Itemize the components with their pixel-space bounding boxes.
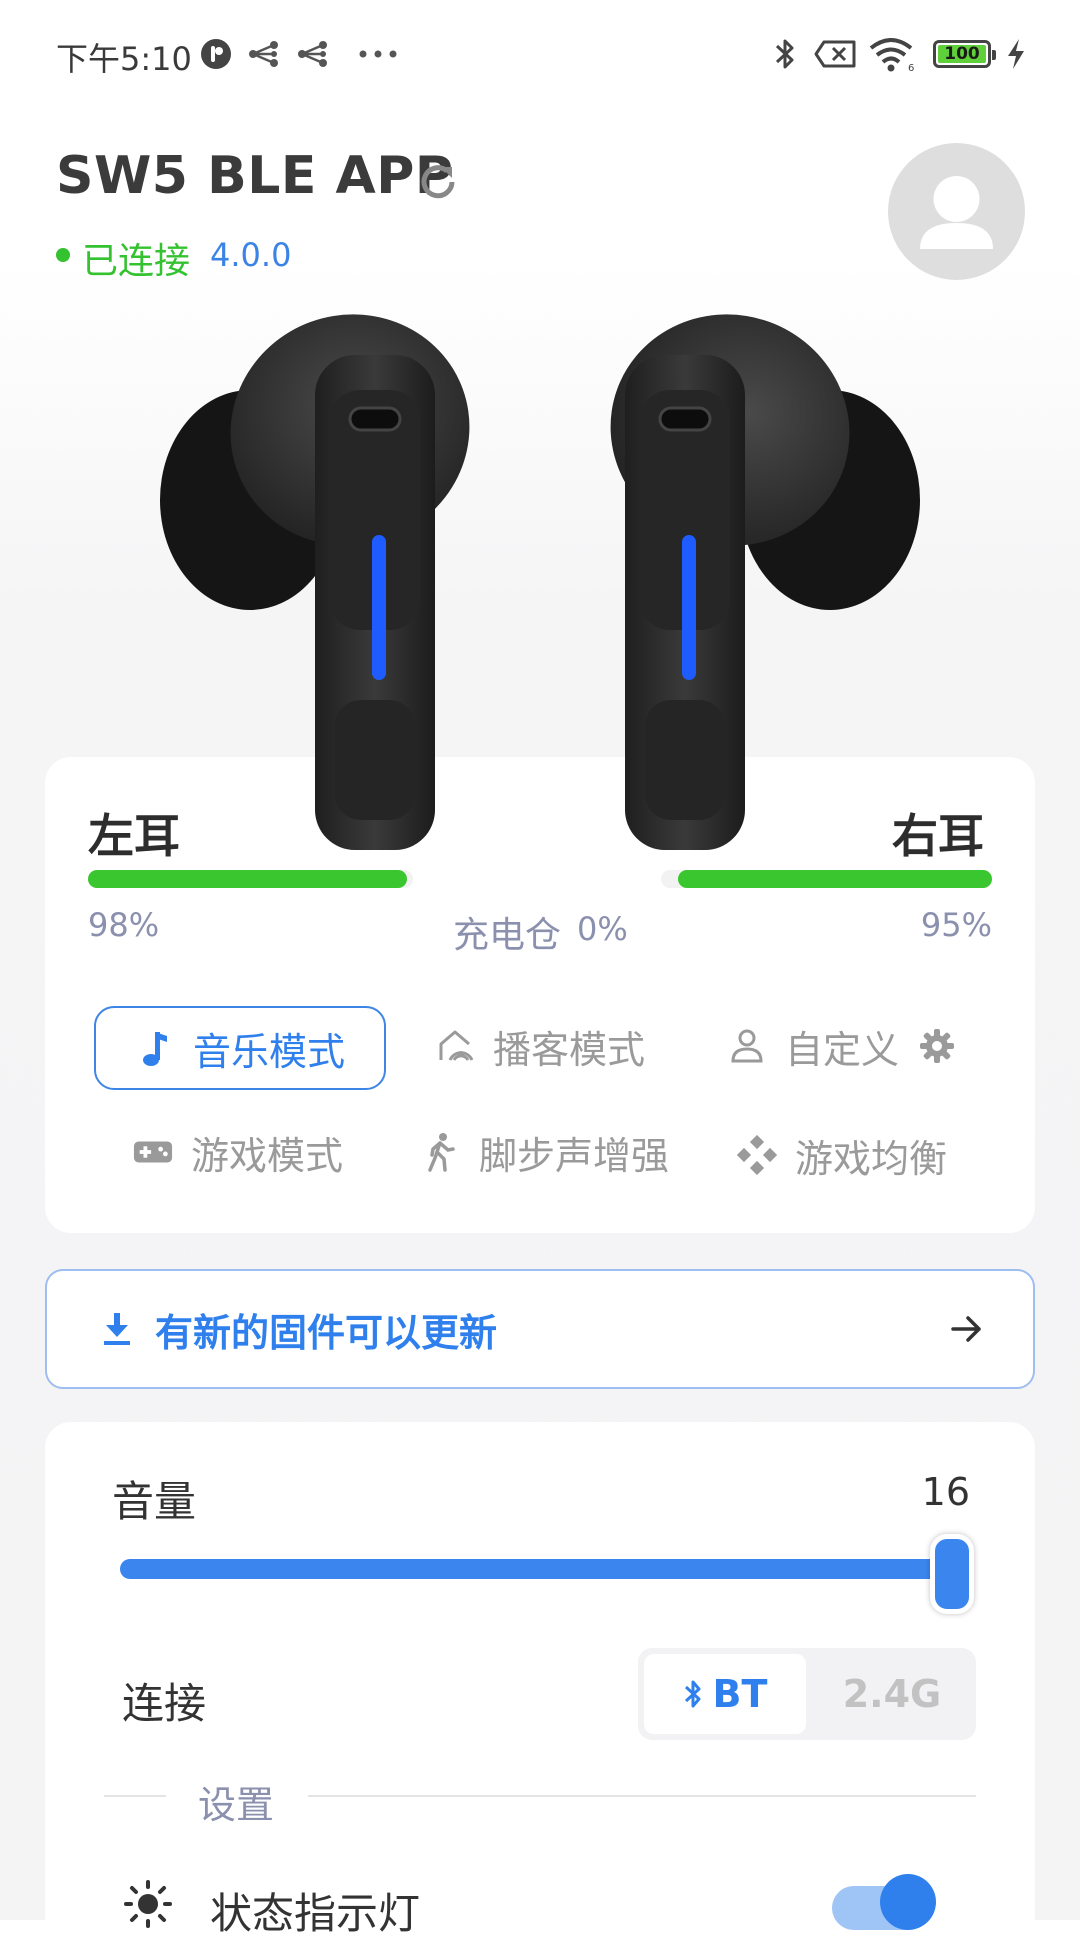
mode-footstep[interactable]: 脚步声增强 [410, 1112, 680, 1192]
app-title: SW5 BLE APP [56, 146, 454, 206]
refresh-icon[interactable] [414, 158, 462, 206]
music-note-icon [135, 1028, 175, 1068]
dpad-icon [736, 1135, 777, 1175]
more-icon [356, 36, 400, 72]
status-time: 下午5:10 [56, 40, 192, 78]
update-text: 有新的固件可以更新 [155, 1310, 498, 1355]
case-battery-percent: 0% [577, 910, 628, 948]
connection-status: 已连接 [82, 241, 191, 282]
right-battery-fill [677, 870, 992, 888]
connection-label: 连接 [122, 1679, 207, 1728]
gear-icon[interactable] [917, 1026, 957, 1066]
divider [308, 1795, 976, 1797]
volume-label: 音量 [112, 1477, 197, 1526]
firmware-update-banner[interactable]: 有新的固件可以更新 [45, 1269, 1035, 1389]
status-light-toggle-knob[interactable] [880, 1874, 936, 1930]
download-icon [99, 1309, 135, 1349]
wifi-icon: 6 [866, 36, 918, 72]
arrow-right-icon [949, 1311, 985, 1347]
case-label: 充电仓 [453, 915, 562, 956]
avatar[interactable] [888, 143, 1025, 280]
mode-label: 自定义 [784, 1027, 899, 1072]
sim-off-icon [812, 36, 858, 72]
share-icon [295, 36, 331, 72]
left-battery-bar [88, 870, 413, 888]
bluetooth-icon [770, 36, 800, 72]
mode-custom[interactable]: 自定义 [722, 1006, 962, 1086]
mode-game-eq[interactable]: 游戏均衡 [722, 1112, 962, 1198]
walking-icon [421, 1132, 461, 1172]
right-battery-bar [661, 870, 992, 888]
firmware-version: 4.0.0 [210, 236, 292, 274]
sun-icon [122, 1878, 174, 1930]
battery-icon: 100 [930, 36, 996, 72]
mode-label: 游戏均衡 [794, 1136, 947, 1181]
mode-label: 脚步声增强 [478, 1133, 669, 1178]
right-battery-percent: 95% [920, 906, 992, 944]
connected-dot-icon [56, 248, 70, 262]
share-icon [246, 36, 282, 72]
left-battery-percent: 98% [88, 906, 160, 944]
app-notification-icon [198, 36, 234, 72]
volume-value: 16 [921, 1470, 970, 1514]
divider [104, 1795, 166, 1797]
gamepad-icon [133, 1132, 173, 1172]
right-ear-label: 右耳 [892, 809, 984, 863]
left-battery-fill [88, 870, 407, 888]
mode-label: 播客模式 [492, 1027, 645, 1072]
connection-option-24g[interactable]: 2.4G [812, 1654, 972, 1734]
battery-level: 100 [944, 44, 980, 64]
volume-slider-handle[interactable] [930, 1534, 974, 1614]
charging-icon [1004, 36, 1028, 72]
settings-section-label: 设置 [198, 1783, 275, 1827]
left-ear-label: 左耳 [88, 809, 180, 863]
bluetooth-icon [683, 1677, 703, 1711]
volume-slider[interactable] [120, 1559, 950, 1579]
connection-option-label: 2.4G [842, 1672, 942, 1716]
svg-text:6: 6 [908, 63, 914, 72]
connection-option-bt[interactable]: BT [644, 1654, 806, 1734]
status-light-label: 状态指示灯 [210, 1889, 421, 1938]
mode-game[interactable]: 游戏模式 [118, 1112, 358, 1192]
mode-label: 音乐模式 [192, 1029, 345, 1074]
podcast-icon [435, 1026, 475, 1066]
mode-music[interactable]: 音乐模式 [94, 1006, 386, 1090]
mode-podcast[interactable]: 播客模式 [420, 1006, 660, 1086]
connection-option-label: BT [712, 1672, 768, 1716]
person-icon [727, 1026, 767, 1066]
earbuds-image [160, 314, 920, 850]
mode-label: 游戏模式 [190, 1133, 343, 1178]
